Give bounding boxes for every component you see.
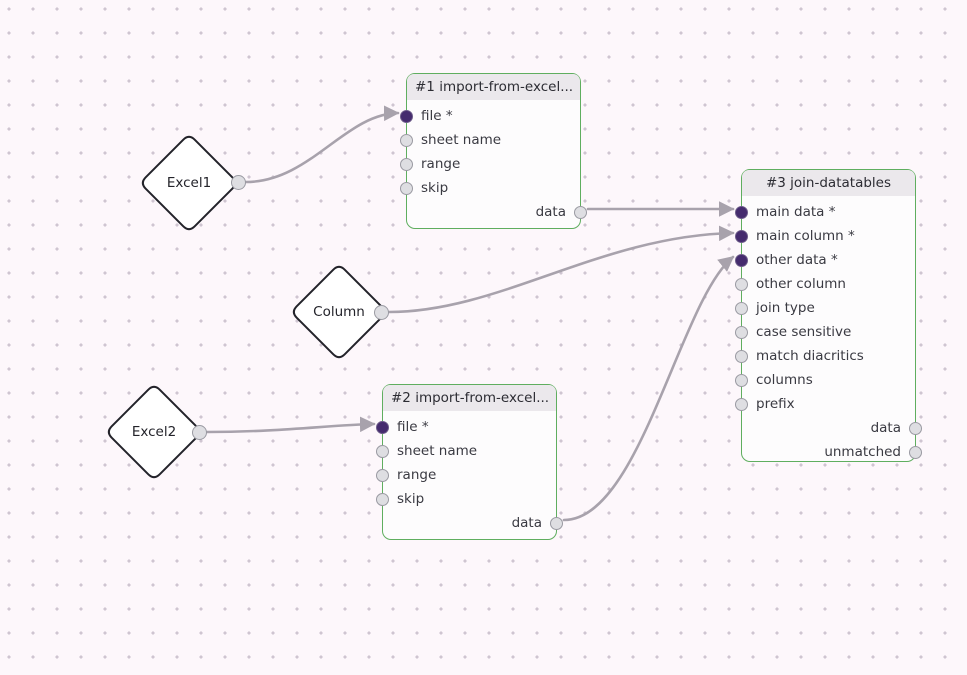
input-port-file-icon[interactable] [400,109,413,123]
port-row-columns[interactable]: columns [735,368,915,392]
port-row-match-diacritics[interactable]: match diacritics [735,344,915,368]
port-row-sheet-name[interactable]: sheet name [376,439,556,463]
port-label: case sensitive [756,324,852,340]
port-row-skip[interactable]: skip [376,487,556,511]
input-port-case-sensitive-icon[interactable] [735,325,748,339]
ports-join3: main data * main column * other data * othe… [735,196,922,464]
port-row-file[interactable]: file * [400,104,580,128]
input-port-sheet-name-icon[interactable] [400,133,413,147]
port-label: other column [756,276,846,292]
input-port-skip-icon[interactable] [376,492,389,506]
input-port-other-data-icon[interactable] [735,253,748,267]
port-row-join-type[interactable]: join type [735,296,915,320]
port-row-range[interactable]: range [400,152,580,176]
port-row-unmatched[interactable]: unmatched [742,440,922,464]
ports-import2: file * sheet name range skip data [376,411,563,535]
port-row-other-data[interactable]: other data * [735,248,915,272]
input-port-sheet-name-icon[interactable] [376,444,389,458]
port-row-prefix[interactable]: prefix [735,392,915,416]
output-port-excel2-icon[interactable] [191,424,207,440]
port-label: unmatched [824,444,901,460]
input-port-range-icon[interactable] [400,157,413,171]
node-import1[interactable]: #1 import-from-excel... file * sheet name r… [400,73,587,229]
input-port-main-column-icon[interactable] [735,229,748,243]
port-row-case-sensitive[interactable]: case sensitive [735,320,915,344]
port-row-main-data[interactable]: main data * [735,200,915,224]
port-label: prefix [756,396,795,412]
port-row-data[interactable]: data [742,416,922,440]
input-port-match-diacritics-icon[interactable] [735,349,748,363]
input-port-range-icon[interactable] [376,468,389,482]
edge-column-to-join3[interactable] [387,225,735,314]
port-row-data[interactable]: data [407,200,587,224]
edge-excel2-to-import2[interactable] [205,416,376,434]
port-row-range[interactable]: range [376,463,556,487]
node-join3[interactable]: #3 join-datatables main data * main column… [735,169,922,464]
node-title-join3[interactable]: #3 join-datatables [742,170,915,196]
output-port-data-icon[interactable] [574,205,587,219]
port-label: skip [397,491,425,507]
port-label: match diacritics [756,348,864,364]
port-label: main column * [756,228,855,244]
input-port-other-column-icon[interactable] [735,277,748,291]
port-label: join type [756,300,815,316]
node-import2[interactable]: #2 import-from-excel... file * sheet name r… [376,384,563,540]
port-label: sheet name [397,443,478,459]
port-label: other data * [756,252,838,268]
port-row-data[interactable]: data [383,511,563,535]
port-label: data [870,420,901,436]
edge-import2-to-join3[interactable] [562,255,735,522]
input-port-file-icon[interactable] [376,420,389,434]
port-label: range [397,467,437,483]
output-port-data-icon[interactable] [550,516,563,530]
port-label: columns [756,372,813,388]
port-label: sheet name [421,132,502,148]
port-label: main data * [756,204,836,220]
port-label: skip [421,180,449,196]
diamond-shape-icon [107,385,201,479]
port-row-other-column[interactable]: other column [735,272,915,296]
output-port-data-icon[interactable] [909,421,922,435]
port-row-skip[interactable]: skip [400,176,580,200]
input-port-columns-icon[interactable] [735,373,748,387]
ports-import1: file * sheet name range skip data [400,100,587,224]
node-title-import1[interactable]: #1 import-from-excel... [407,74,580,100]
node-title-import2[interactable]: #2 import-from-excel... [383,385,556,411]
input-port-join-type-icon[interactable] [735,301,748,315]
input-port-prefix-icon[interactable] [735,397,748,411]
graph-canvas[interactable]: Excel1 Column Excel2 #1 import-from-excel..… [0,0,967,675]
port-row-main-column[interactable]: main column * [735,224,915,248]
output-port-excel1-icon[interactable] [230,174,246,190]
port-label: file * [421,108,453,124]
input-port-main-data-icon[interactable] [735,205,748,219]
edge-excel1-to-import1[interactable] [244,105,400,184]
port-label: file * [397,419,429,435]
node-excel1[interactable]: Excel1 [138,132,240,234]
output-port-unmatched-icon[interactable] [909,445,922,459]
port-label: data [511,515,542,531]
port-row-file[interactable]: file * [376,415,556,439]
output-port-column-icon[interactable] [373,304,389,320]
port-row-sheet-name[interactable]: sheet name [400,128,580,152]
port-label: data [535,204,566,220]
input-port-skip-icon[interactable] [400,181,413,195]
diamond-shape-icon [141,135,237,231]
port-label: range [421,156,461,172]
node-excel2[interactable]: Excel2 [104,382,204,482]
